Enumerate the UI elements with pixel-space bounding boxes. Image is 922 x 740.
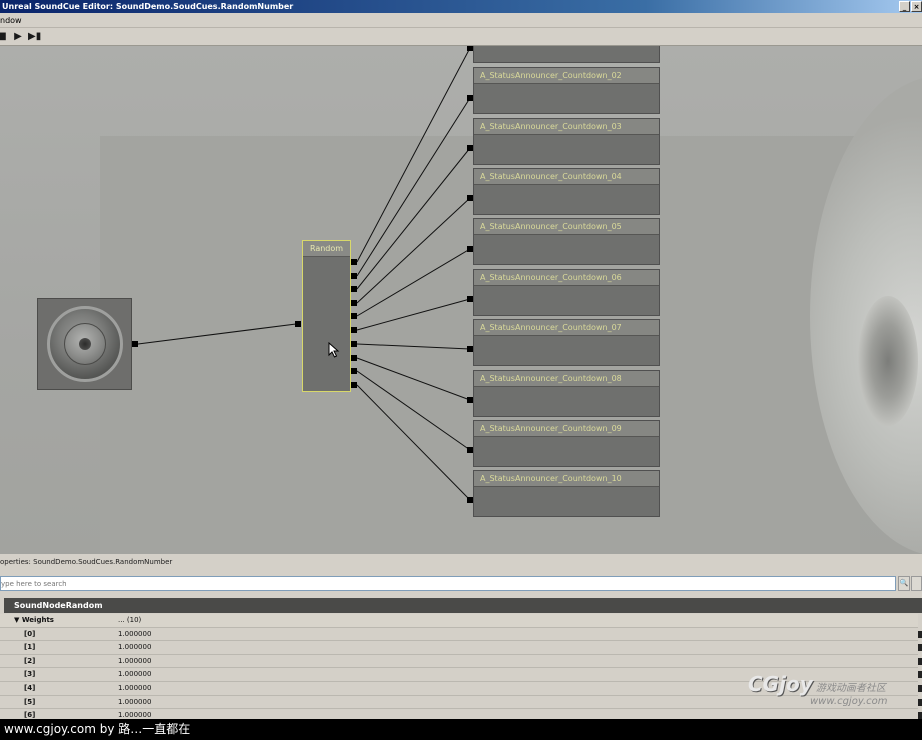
random-node-title: Random — [303, 241, 350, 257]
sound-output-node[interactable] — [37, 298, 132, 390]
stop-icon[interactable]: ■ — [0, 31, 8, 43]
row-key: [0] — [24, 629, 36, 638]
minimize-button[interactable]: _ — [899, 1, 910, 12]
row-handle — [918, 671, 922, 679]
wave-node-title: A_StatusAnnouncer_Countdown_10 — [474, 471, 659, 487]
wave-input-connector[interactable] — [467, 497, 473, 503]
table-row[interactable]: [1] 1.000000 — [0, 641, 922, 655]
clear-search-button[interactable] — [911, 576, 922, 591]
wave-node[interactable]: A_StatusAnnouncer_Countdown_08 — [473, 370, 660, 417]
output-connector[interactable] — [132, 341, 138, 347]
random-output-connector[interactable] — [351, 368, 357, 374]
wave-input-connector[interactable] — [467, 397, 473, 403]
row-value[interactable]: 1.000000 — [118, 696, 151, 709]
wave-input-connector[interactable] — [467, 346, 473, 352]
random-output-connector[interactable] — [351, 327, 357, 333]
wave-node[interactable]: A_StatusAnnouncer_Countdown_09 — [473, 420, 660, 467]
row-handle — [918, 644, 922, 652]
random-output-connector[interactable] — [351, 259, 357, 265]
wave-node-partial[interactable] — [473, 46, 660, 63]
search-input[interactable] — [0, 576, 896, 591]
close-button[interactable]: × — [911, 1, 922, 12]
row-handle — [918, 657, 922, 665]
row-value[interactable]: 1.000000 — [118, 682, 151, 695]
wave-node-title: A_StatusAnnouncer_Countdown_09 — [474, 421, 659, 437]
wave-input-connector[interactable] — [467, 145, 473, 151]
row-value[interactable]: 1.000000 — [118, 641, 151, 654]
row-value[interactable]: 1.000000 — [118, 655, 151, 668]
table-row[interactable]: [2] 1.000000 — [0, 655, 922, 669]
speaker-cap — [79, 338, 91, 350]
row-handle — [918, 698, 922, 706]
speaker-cone — [64, 323, 106, 365]
row-key: [2] — [24, 656, 36, 665]
wave-node-title: A_StatusAnnouncer_Countdown_07 — [474, 320, 659, 336]
watermark-chinese: 游戏动画者社区 — [815, 683, 886, 694]
random-output-connector[interactable] — [351, 355, 357, 361]
random-output-connector[interactable] — [351, 382, 357, 388]
random-node[interactable]: Random — [302, 240, 351, 392]
section-header[interactable]: SoundNodeRandom — [4, 598, 922, 613]
wave-node-title: A_StatusAnnouncer_Countdown_05 — [474, 219, 659, 235]
random-output-connector[interactable] — [351, 313, 357, 319]
row-handle — [918, 684, 922, 692]
wave-node-title: A_StatusAnnouncer_Countdown_04 — [474, 169, 659, 185]
mouse-cursor-icon — [328, 342, 340, 358]
wave-node[interactable]: A_StatusAnnouncer_Countdown_10 — [473, 470, 660, 517]
play-icon[interactable]: ▶ — [12, 31, 24, 43]
wave-node[interactable]: A_StatusAnnouncer_Countdown_04 — [473, 168, 660, 215]
wave-input-connector[interactable] — [467, 95, 473, 101]
watermark-logo: CGjoy — [748, 672, 813, 696]
random-input-connector[interactable] — [295, 321, 301, 327]
random-output-connector[interactable] — [351, 273, 357, 279]
row-key: [1] — [24, 643, 36, 652]
title-bar: Unreal SoundCue Editor: SoundDemo.SoudCu… — [0, 0, 922, 13]
wave-node-title: A_StatusAnnouncer_Countdown_06 — [474, 270, 659, 286]
row-key: [3] — [24, 670, 36, 679]
wave-node[interactable]: A_StatusAnnouncer_Countdown_02 — [473, 67, 660, 114]
row-handle — [918, 630, 922, 638]
properties-label: operties: SoundDemo.SoudCues.RandomNumbe… — [0, 558, 173, 566]
window-title: Unreal SoundCue Editor: SoundDemo.SoudCu… — [2, 2, 294, 11]
random-output-connector[interactable] — [351, 286, 357, 292]
watermark-url: www.cgjoy.com — [810, 696, 888, 707]
wave-node-title: A_StatusAnnouncer_Countdown_02 — [474, 68, 659, 84]
footer-bar: www.cgjoy.com by 路…一直都在 — [0, 719, 922, 740]
menu-bar: ndow — [0, 13, 922, 28]
wave-input-connector[interactable] — [467, 296, 473, 302]
speaker-icon — [47, 306, 123, 382]
wave-input-connector[interactable] — [467, 46, 473, 51]
wave-node[interactable]: A_StatusAnnouncer_Countdown_07 — [473, 319, 660, 366]
weights-row[interactable]: ▼ Weights ... (10) — [0, 614, 918, 628]
wave-node[interactable]: A_StatusAnnouncer_Countdown_05 — [473, 218, 660, 265]
wave-input-connector[interactable] — [467, 195, 473, 201]
wave-input-connector[interactable] — [467, 447, 473, 453]
play-node-icon[interactable]: ▶▮ — [28, 31, 41, 43]
wave-node-title: A_StatusAnnouncer_Countdown_03 — [474, 119, 659, 135]
random-output-connector[interactable] — [351, 300, 357, 306]
wave-node[interactable]: A_StatusAnnouncer_Countdown_03 — [473, 118, 660, 165]
weights-value: ... (10) — [118, 616, 142, 624]
connection-wires — [137, 47, 471, 501]
random-output-connector[interactable] — [351, 341, 357, 347]
row-value[interactable]: 1.000000 — [118, 668, 151, 681]
wave-node-title: A_StatusAnnouncer_Countdown_08 — [474, 371, 659, 387]
row-value[interactable]: 1.000000 — [118, 628, 151, 641]
cgjoy-watermark: CGjoy 游戏动画者社区 www.cgjoy.com — [748, 672, 888, 707]
toolbar: ■ ▶ ▶▮ — [0, 28, 922, 46]
weights-label: ▼ Weights — [14, 616, 54, 624]
row-key: [4] — [24, 683, 36, 692]
menu-window[interactable]: ndow — [0, 16, 22, 25]
wave-input-connector[interactable] — [467, 246, 473, 252]
search-icon[interactable]: 🔍 — [898, 576, 910, 591]
footer-text: www.cgjoy.com by 路…一直都在 — [4, 722, 191, 736]
wave-node[interactable]: A_StatusAnnouncer_Countdown_06 — [473, 269, 660, 316]
row-key: [5] — [24, 697, 36, 706]
sound-cue-graph[interactable]: Random A_StatusAnnouncer_Countdown_02 A_… — [0, 46, 922, 554]
table-row[interactable]: [0] 1.000000 — [0, 628, 922, 642]
